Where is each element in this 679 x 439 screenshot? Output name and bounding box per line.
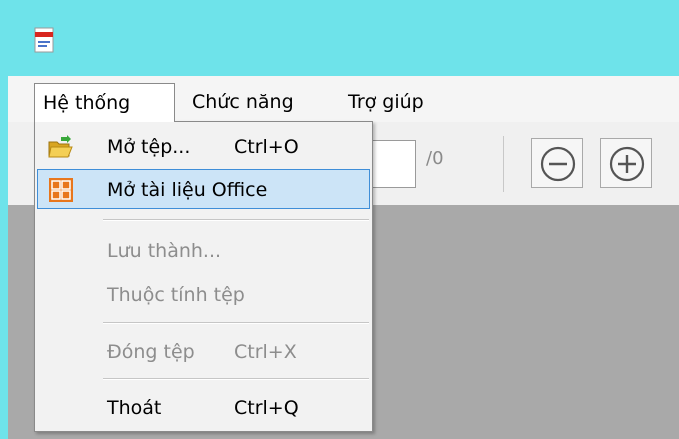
close-file-label: Đóng tệp bbox=[107, 341, 195, 363]
exit-shortcut: Ctrl+Q bbox=[234, 397, 299, 419]
menu-item-close-file[interactable]: Đóng tệp Ctrl+X bbox=[37, 332, 370, 372]
open-file-label: Mở tệp... bbox=[107, 136, 191, 158]
zoom-out-icon bbox=[540, 146, 576, 182]
toolbar-separator bbox=[503, 136, 504, 192]
title-bar[interactable] bbox=[0, 0, 679, 75]
menu-chuc-nang[interactable]: Chức năng bbox=[184, 83, 302, 121]
file-properties-label: Thuộc tính tệp bbox=[107, 284, 245, 306]
close-file-shortcut: Ctrl+X bbox=[234, 341, 297, 363]
menu-item-file-properties[interactable]: Thuộc tính tệp bbox=[37, 275, 370, 315]
menu-separator bbox=[103, 378, 369, 380]
menu-item-open-office[interactable]: Mở tài liệu Office bbox=[37, 169, 370, 209]
open-file-shortcut: Ctrl+O bbox=[234, 136, 299, 158]
menu-item-exit[interactable]: Thoát Ctrl+Q bbox=[37, 388, 370, 428]
folder-open-icon bbox=[48, 135, 73, 158]
page-count: /0 bbox=[426, 148, 444, 169]
zoom-out-button[interactable] bbox=[531, 138, 583, 188]
save-as-label: Lưu thành... bbox=[107, 240, 222, 262]
menu-he-thong[interactable]: Hệ thống bbox=[34, 83, 175, 122]
menu-tro-giup[interactable]: Trợ giúp bbox=[340, 83, 432, 121]
pdf-document-icon bbox=[34, 27, 54, 53]
open-office-label: Mở tài liệu Office bbox=[107, 179, 268, 201]
zoom-in-icon bbox=[609, 146, 645, 182]
menu-item-save-as[interactable]: Lưu thành... bbox=[37, 231, 370, 271]
menu-separator bbox=[103, 219, 369, 221]
zoom-in-button[interactable] bbox=[600, 138, 652, 188]
menu-separator bbox=[103, 322, 369, 324]
dropdown-he-thong: Mở tệp... Ctrl+O Mở tài liệu Office Lưu … bbox=[34, 121, 373, 432]
menu-item-open-file[interactable]: Mở tệp... Ctrl+O bbox=[37, 127, 370, 167]
exit-label: Thoát bbox=[107, 397, 162, 419]
office-document-icon bbox=[49, 178, 73, 202]
